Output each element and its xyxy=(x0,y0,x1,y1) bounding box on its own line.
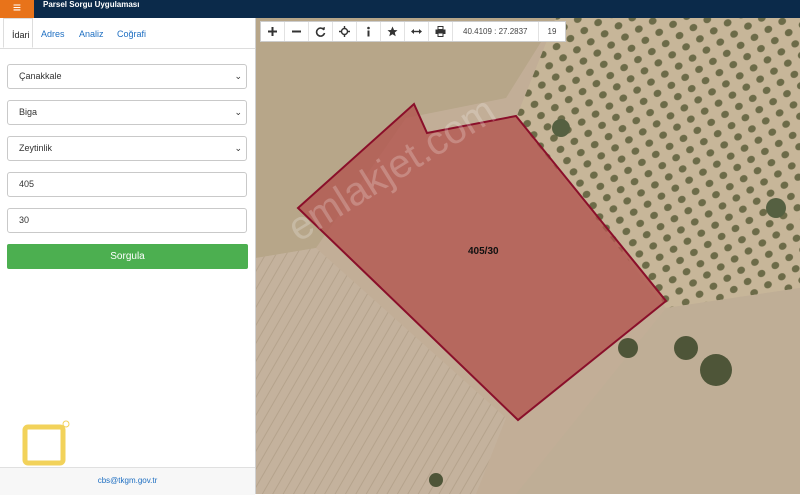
tab-adres[interactable]: Adres xyxy=(41,18,65,48)
parcel-value: 30 xyxy=(19,215,30,225)
minus-icon xyxy=(292,30,301,33)
neighborhood-select[interactable]: Zeytinlik ⌄ xyxy=(7,136,247,161)
tab-bar: İdari Adres Analiz Coğrafi xyxy=(0,18,255,49)
tkgm-logo xyxy=(22,420,70,466)
map-toolbar: 40.4109 : 27.2837 19 xyxy=(260,21,567,42)
refresh-button[interactable] xyxy=(309,22,333,41)
province-select[interactable]: Çanakkale ⌄ xyxy=(7,64,247,89)
province-value: Çanakkale xyxy=(19,71,62,81)
zoom-out-button[interactable] xyxy=(285,22,309,41)
sidebar: İdari Adres Analiz Coğrafi Çanakkale ⌄ B… xyxy=(0,18,256,495)
print-button[interactable] xyxy=(429,22,453,41)
tab-idari[interactable]: İdari xyxy=(3,18,33,48)
plus-icon xyxy=(268,27,277,36)
tab-analiz[interactable]: Analiz xyxy=(79,18,104,48)
app-title: Parsel Sorgu Uygulaması xyxy=(43,0,140,9)
info-button[interactable] xyxy=(357,22,381,41)
zoom-in-button[interactable] xyxy=(261,22,285,41)
footer: cbs@tkgm.gov.tr xyxy=(0,467,255,495)
query-button[interactable]: Sorgula xyxy=(7,244,248,269)
measure-icon xyxy=(411,29,422,34)
map-view[interactable]: emlakjet.com 405/30 40.4109 : 27.2837 19 xyxy=(256,18,800,494)
zoom-level-readout: 19 xyxy=(547,27,557,36)
star-icon xyxy=(387,26,398,37)
measure-button[interactable] xyxy=(405,22,429,41)
top-bar: ≡ Parsel Sorgu Uygulaması xyxy=(0,0,800,18)
menu-button[interactable]: ≡ xyxy=(0,0,34,18)
chevron-down-icon: ⌄ xyxy=(234,143,242,153)
refresh-icon xyxy=(315,27,326,37)
block-input[interactable]: 405 xyxy=(7,172,247,197)
email-link[interactable]: cbs@tkgm.gov.tr xyxy=(0,476,255,485)
chevron-down-icon: ⌄ xyxy=(234,107,242,117)
favorite-button[interactable] xyxy=(381,22,405,41)
parcel-input[interactable]: 30 xyxy=(7,208,247,233)
district-select[interactable]: Biga ⌄ xyxy=(7,100,247,125)
print-icon xyxy=(435,26,446,37)
district-value: Biga xyxy=(19,107,38,117)
tab-cografi[interactable]: Coğrafi xyxy=(117,18,146,48)
neighborhood-value: Zeytinlik xyxy=(19,143,53,153)
satellite-imagery xyxy=(256,18,800,494)
info-icon xyxy=(367,26,370,37)
hamburger-icon: ≡ xyxy=(12,0,22,15)
coordinate-readout: 40.4109 : 27.2837 xyxy=(453,22,539,41)
chevron-down-icon: ⌄ xyxy=(234,71,242,81)
crosshair-icon xyxy=(339,26,350,37)
parcel-label: 405/30 xyxy=(468,246,499,257)
block-value: 405 xyxy=(19,179,35,189)
locate-button[interactable] xyxy=(333,22,357,41)
